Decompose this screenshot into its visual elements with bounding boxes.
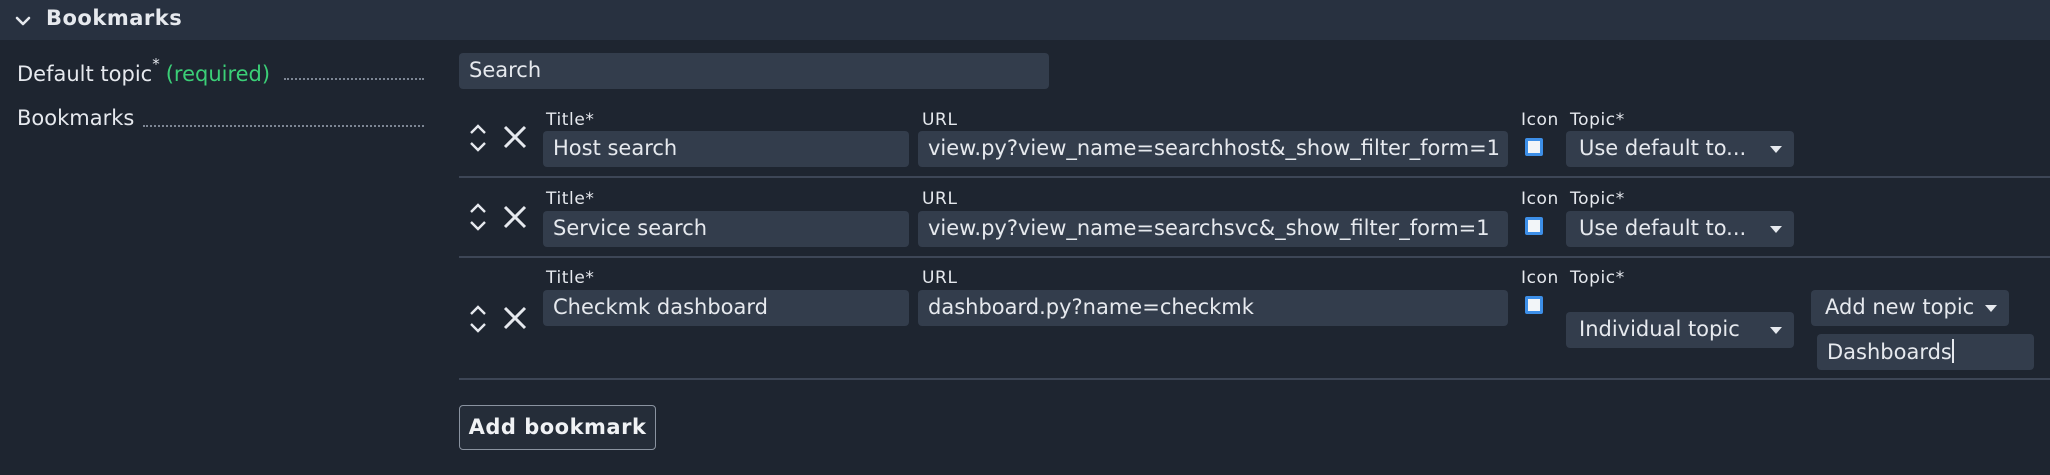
add-bookmark-button[interactable]: Add bookmark bbox=[459, 405, 656, 450]
icon-column-label: Icon bbox=[1521, 110, 1559, 130]
label-dots bbox=[143, 125, 424, 127]
icon-checkbox[interactable] bbox=[1525, 296, 1543, 314]
close-icon[interactable] bbox=[502, 204, 528, 230]
url-column-label: URL bbox=[922, 189, 958, 209]
section-header[interactable]: Bookmarks bbox=[0, 0, 2050, 40]
icon-column-label: Icon bbox=[1521, 189, 1559, 209]
caret-down-icon bbox=[1770, 226, 1782, 233]
bookmark-url-input[interactable]: dashboard.py?name=checkmk bbox=[918, 290, 1508, 326]
url-column-label: URL bbox=[922, 268, 958, 288]
topic-select-value: Use default to... bbox=[1579, 216, 1747, 240]
topic-select[interactable]: Individual topic bbox=[1566, 312, 1794, 348]
caret-down-icon bbox=[1985, 305, 1997, 312]
row-divider bbox=[459, 378, 2050, 380]
section-title: Bookmarks bbox=[46, 6, 183, 30]
required-hint: (required) bbox=[165, 62, 271, 86]
bookmark-title-input[interactable]: Checkmk dashboard bbox=[543, 290, 909, 326]
new-topic-mode-select[interactable]: Add new topic bbox=[1811, 290, 2009, 326]
topic-select-value: Use default to... bbox=[1579, 136, 1747, 160]
row-divider bbox=[459, 176, 2050, 178]
close-icon[interactable] bbox=[502, 124, 528, 150]
bookmarks-label: Bookmarks bbox=[17, 106, 135, 130]
title-column-label: Title* bbox=[546, 110, 595, 130]
bookmark-url-input[interactable]: view.py?view_name=searchsvc&_show_filter… bbox=[918, 211, 1508, 247]
icon-checkbox[interactable] bbox=[1525, 217, 1543, 235]
caret-down-icon bbox=[1770, 327, 1782, 334]
topic-select-value: Individual topic bbox=[1579, 317, 1740, 341]
topic-column-label: Topic* bbox=[1570, 189, 1625, 209]
url-column-label: URL bbox=[922, 110, 958, 130]
default-topic-input[interactable]: Search bbox=[459, 53, 1049, 89]
row-divider bbox=[459, 256, 2050, 258]
topic-column-label: Topic* bbox=[1570, 268, 1625, 288]
icon-checkbox[interactable] bbox=[1525, 138, 1543, 156]
updown-arrows-icon[interactable] bbox=[467, 121, 489, 155]
icon-column-label: Icon bbox=[1521, 268, 1559, 288]
topic-select[interactable]: Use default to... bbox=[1566, 131, 1794, 167]
new-topic-value: Dashboards bbox=[1827, 340, 1952, 364]
updown-arrows-icon[interactable] bbox=[467, 302, 489, 336]
updown-arrows-icon[interactable] bbox=[467, 200, 489, 234]
text-cursor bbox=[1951, 339, 1954, 363]
new-topic-input[interactable]: Dashboards bbox=[1817, 334, 2034, 370]
chevron-down-icon[interactable] bbox=[14, 12, 32, 30]
bookmark-url-input[interactable]: view.py?view_name=searchhost&_show_filte… bbox=[918, 131, 1508, 167]
caret-down-icon bbox=[1770, 146, 1782, 153]
close-icon[interactable] bbox=[502, 305, 528, 331]
label-dots bbox=[284, 78, 424, 80]
title-column-label: Title* bbox=[546, 268, 595, 288]
topic-select[interactable]: Use default to... bbox=[1566, 211, 1794, 247]
title-column-label: Title* bbox=[546, 189, 595, 209]
topic-column-label: Topic* bbox=[1570, 110, 1625, 130]
bookmark-title-input[interactable]: Host search bbox=[543, 131, 909, 167]
default-topic-label: Default topic* (required) bbox=[17, 55, 271, 86]
bookmark-title-input[interactable]: Service search bbox=[543, 211, 909, 247]
new-topic-mode-value: Add new topic bbox=[1825, 295, 1975, 319]
